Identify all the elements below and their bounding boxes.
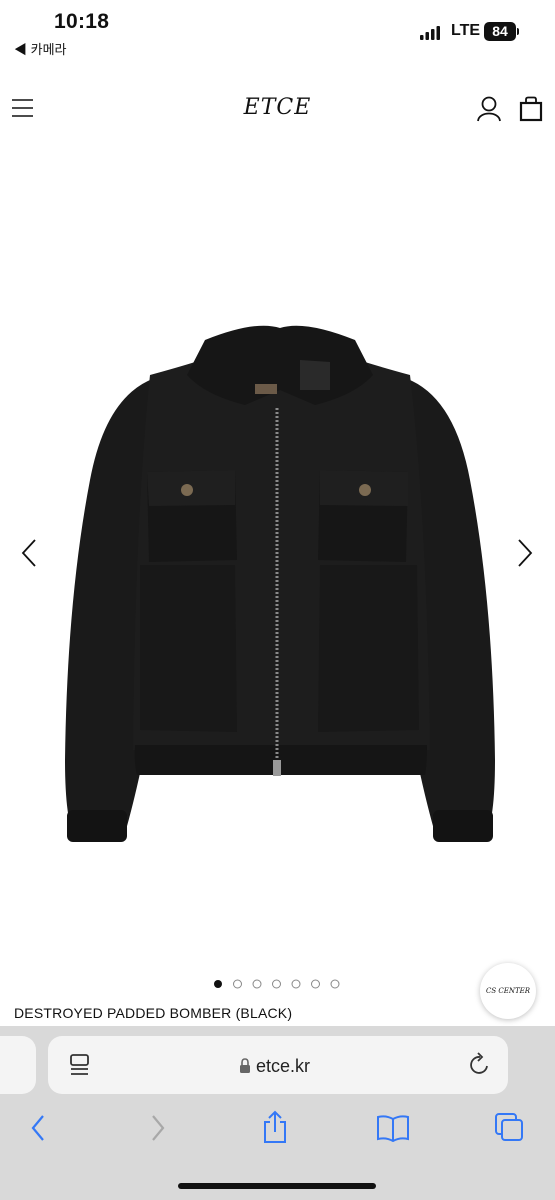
- previous-tab-pill[interactable]: [0, 1036, 36, 1094]
- pagination-dot: [233, 979, 242, 989]
- bookmarks-icon[interactable]: [376, 1114, 410, 1142]
- status-time: 10:18: [54, 10, 110, 33]
- back-to-camera-link[interactable]: ◀ 카메라: [14, 39, 67, 58]
- pagination-dot: [311, 979, 320, 989]
- url-text[interactable]: etce.kr: [256, 1056, 310, 1077]
- signal-icon: [420, 26, 440, 40]
- reload-icon[interactable]: [468, 1052, 492, 1078]
- product-image[interactable]: [55, 320, 505, 850]
- cs-center-button[interactable]: CS CENTER: [480, 963, 536, 1019]
- user-icon[interactable]: [477, 96, 501, 122]
- pagination-dot-active: [214, 980, 222, 988]
- reader-menu-icon[interactable]: [69, 1054, 91, 1078]
- back-arrow-icon[interactable]: [30, 1114, 46, 1142]
- carousel-pagination: [214, 979, 340, 989]
- home-indicator: [178, 1183, 376, 1189]
- chevron-right-icon[interactable]: [516, 538, 534, 568]
- battery-level: 84: [492, 23, 508, 39]
- network-type: LTE: [451, 22, 481, 39]
- chevron-left-icon[interactable]: [20, 538, 38, 568]
- site-logo[interactable]: ETCE: [0, 95, 555, 120]
- forward-arrow-icon: [152, 1115, 165, 1141]
- lock-icon: [240, 1058, 250, 1073]
- pagination-dot: [272, 979, 281, 989]
- share-icon[interactable]: [262, 1110, 288, 1144]
- pagination-dot: [291, 979, 301, 989]
- pagination-dot: [330, 979, 340, 989]
- cs-center-label: CS CENTER: [485, 987, 531, 995]
- shopping-bag-icon[interactable]: [519, 96, 543, 122]
- battery-tip: [517, 28, 519, 35]
- tabs-icon[interactable]: [494, 1112, 526, 1144]
- battery-icon: 84: [484, 22, 516, 41]
- product-title: DESTROYED PADDED BOMBER (BLACK): [14, 1005, 293, 1021]
- pagination-dot: [252, 979, 262, 989]
